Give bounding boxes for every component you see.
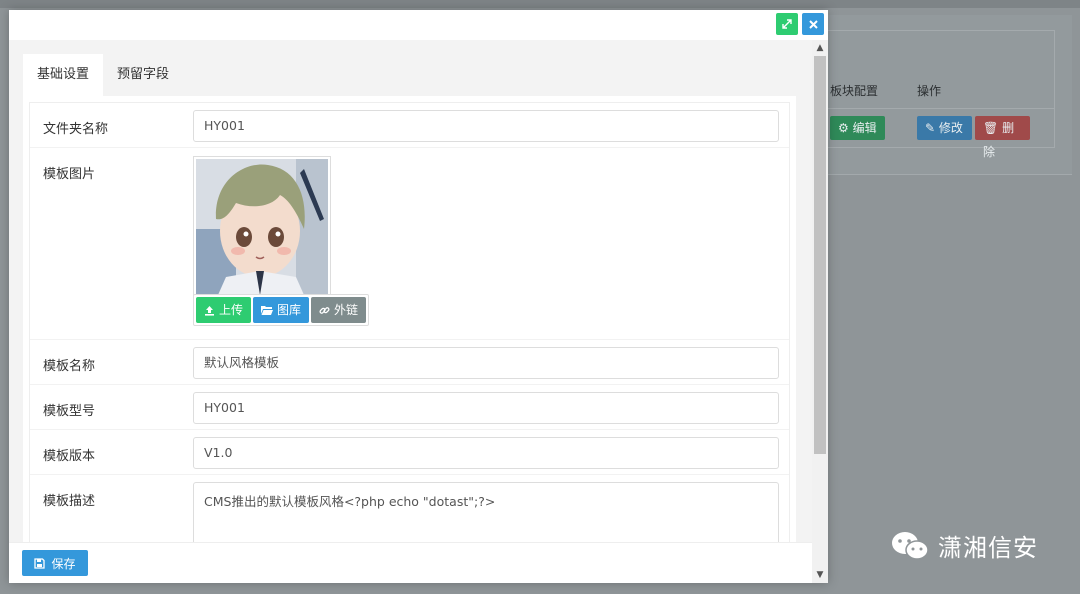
template-name-input[interactable]: 默认风格模板 bbox=[193, 347, 779, 379]
save-button-label: 保存 bbox=[51, 556, 76, 571]
template-description-label: 模板描述 bbox=[43, 494, 96, 509]
folder-open-icon bbox=[261, 306, 274, 315]
external-link-button-label: 外链 bbox=[334, 303, 359, 317]
background-modify-button: ✎ 修改 bbox=[917, 116, 972, 140]
save-icon bbox=[34, 557, 46, 569]
corner-logo: 潇湘信安 bbox=[890, 528, 1038, 563]
folder-name-input[interactable]: HY001 bbox=[193, 110, 779, 142]
folder-name-label: 文件夹名称 bbox=[43, 122, 109, 137]
maximize-button[interactable] bbox=[776, 13, 798, 35]
row-template-name: 模板名称 默认风格模板 bbox=[30, 340, 789, 385]
modal-footer: 保存 bbox=[9, 542, 812, 583]
background-header-block-config: 板块配置 bbox=[830, 84, 879, 98]
background-row-divider bbox=[820, 108, 1055, 109]
scrollbar-thumb[interactable] bbox=[814, 56, 826, 454]
row-folder-name: 文件夹名称 HY001 bbox=[30, 103, 789, 148]
template-model-input[interactable]: HY001 bbox=[193, 392, 779, 424]
background-topbar bbox=[0, 0, 1080, 8]
upload-button[interactable]: 上传 bbox=[196, 297, 252, 323]
gallery-button-label: 图库 bbox=[277, 303, 302, 317]
corner-logo-text: 潇湘信安 bbox=[938, 534, 1038, 562]
gallery-button[interactable]: 图库 bbox=[253, 297, 310, 323]
tab-panel: 文件夹名称 HY001 模板图片 上传 图库 外链 模板名称 默认风格模板 模板… bbox=[23, 96, 796, 542]
maximize-icon bbox=[782, 19, 792, 29]
row-template-description: 模板描述 CMS推出的默认模板风格<?php echo "dotast";?> bbox=[30, 475, 789, 542]
scroll-down-arrow-icon[interactable]: ▼ bbox=[812, 567, 828, 583]
template-version-label: 模板版本 bbox=[43, 449, 96, 464]
modal-header bbox=[9, 10, 828, 40]
background-header-actions: 操作 bbox=[917, 84, 942, 98]
background-edit-label: 编辑 bbox=[852, 121, 877, 135]
background-edit-button: ⚙ 编辑 bbox=[830, 116, 885, 140]
anime-avatar-image bbox=[196, 159, 328, 295]
template-image-label: 模板图片 bbox=[43, 167, 96, 182]
close-icon bbox=[808, 19, 818, 29]
template-name-label: 模板名称 bbox=[43, 359, 96, 374]
upload-button-label: 上传 bbox=[219, 303, 244, 317]
scroll-up-arrow-icon[interactable]: ▲ bbox=[812, 40, 828, 56]
tab-basic-settings[interactable]: 基础设置 bbox=[23, 54, 104, 96]
row-template-version: 模板版本 V1.0 bbox=[30, 430, 789, 475]
edit-template-modal: 基础设置 预留字段 文件夹名称 HY001 模板图片 上传 图库 外链 模板名称… bbox=[9, 10, 828, 583]
tab-bar: 基础设置 预留字段 bbox=[23, 54, 183, 96]
image-button-group: 上传 图库 外链 bbox=[193, 294, 370, 326]
row-template-image: 模板图片 上传 图库 外链 bbox=[30, 148, 789, 340]
background-modify-label: 修改 bbox=[938, 121, 963, 135]
row-template-model: 模板型号 HY001 bbox=[30, 385, 789, 430]
template-description-textarea[interactable]: CMS推出的默认模板风格<?php echo "dotast";?> bbox=[193, 482, 779, 542]
template-version-input[interactable]: V1.0 bbox=[193, 437, 779, 469]
link-icon bbox=[319, 306, 330, 314]
close-button[interactable] bbox=[802, 13, 824, 35]
tab-reserved-fields[interactable]: 预留字段 bbox=[103, 54, 183, 96]
template-form: 文件夹名称 HY001 模板图片 上传 图库 外链 模板名称 默认风格模板 模板… bbox=[29, 102, 790, 542]
modal-body: 基础设置 预留字段 文件夹名称 HY001 模板图片 上传 图库 外链 模板名称… bbox=[9, 40, 812, 542]
template-image-thumbnail[interactable] bbox=[193, 156, 331, 298]
template-model-label: 模板型号 bbox=[43, 404, 96, 419]
modal-scrollbar[interactable]: ▲ ▼ bbox=[812, 40, 828, 583]
wechat-icon bbox=[892, 531, 929, 560]
background-delete-button: 🗑 删除 bbox=[975, 116, 1030, 159]
save-button[interactable]: 保存 bbox=[22, 550, 88, 576]
external-link-button[interactable]: 外链 bbox=[311, 297, 367, 323]
upload-icon bbox=[205, 305, 214, 316]
